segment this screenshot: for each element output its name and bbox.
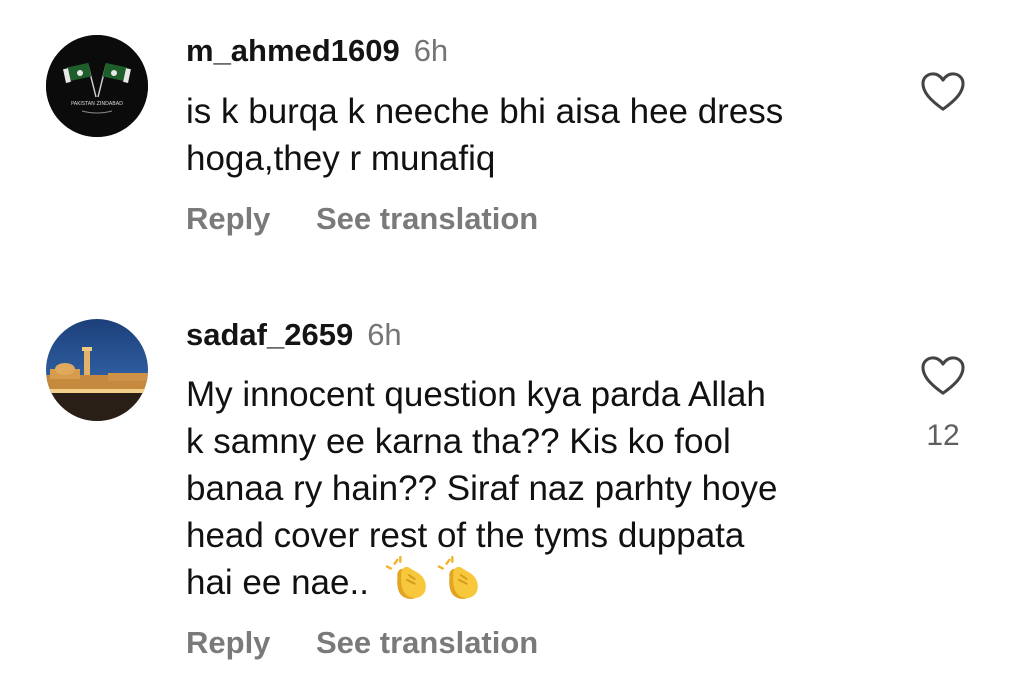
avatar-caption: PAKISTAN ZINDABAD	[71, 101, 123, 107]
reply-button[interactable]: Reply	[186, 201, 316, 237]
comment-line: head cover rest of the tyms duppata	[186, 516, 745, 555]
comment-text: My innocent question kya parda Allah k s…	[186, 371, 886, 608]
clapping-hands-emoji	[385, 555, 426, 599]
comment-line-with-emoji: hai ee nae..	[186, 555, 886, 608]
comment-line: k samny ee karna tha?? Kis ko fool	[186, 422, 731, 461]
username[interactable]: m_ahmed1609	[186, 33, 400, 68]
comment-header: sadaf_2659 6h	[186, 317, 402, 353]
comment-text: is k burqa k neeche bhi aisa hee dress h…	[186, 88, 886, 182]
reply-button[interactable]: Reply	[186, 625, 316, 661]
see-translation-button[interactable]: See translation	[316, 625, 538, 661]
comment-actions: Reply See translation	[186, 201, 538, 237]
timestamp: 6h	[367, 317, 402, 352]
pakistan-flag-icon: PAKISTAN ZINDABAD	[46, 35, 148, 137]
avatar[interactable]: PAKISTAN ZINDABAD	[46, 35, 148, 137]
comment-item: PAKISTAN ZINDABAD m_ahmed1609 6h is k bur…	[0, 0, 1024, 300]
comment-line: My innocent question kya parda Allah	[186, 375, 766, 414]
heart-icon[interactable]	[920, 355, 966, 397]
comment-line: is k burqa k neeche bhi aisa hee dress	[186, 92, 784, 131]
avatar[interactable]	[46, 319, 148, 421]
see-translation-button[interactable]: See translation	[316, 201, 538, 237]
comment-line: banaa ry hain?? Siraf naz parhty hoye	[186, 469, 778, 508]
comment-header: m_ahmed1609 6h	[186, 33, 448, 69]
timestamp: 6h	[413, 33, 449, 68]
comment-item: sadaf_2659 6h My innocent question kya pa…	[0, 300, 1024, 692]
username[interactable]: sadaf_2659	[186, 317, 353, 352]
heart-icon[interactable]	[920, 71, 966, 113]
comment-actions: Reply See translation	[186, 625, 538, 661]
mosque-night-photo	[46, 319, 148, 421]
like-count: 12	[926, 419, 960, 452]
comment-line: hoga,they r munafiq	[186, 139, 496, 178]
comment-line: hai ee nae..	[186, 563, 369, 602]
clapping-hands-emoji	[437, 555, 478, 599]
